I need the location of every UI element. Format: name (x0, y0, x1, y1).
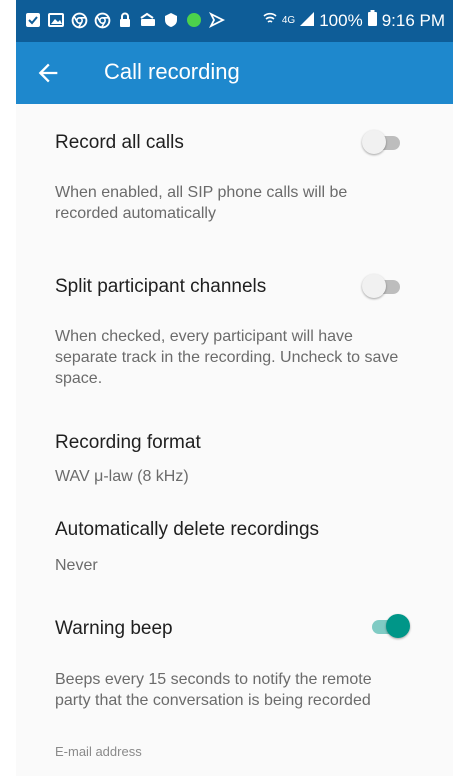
warning-beep-label: Warning beep (55, 618, 173, 639)
status-bar: 4G 100% 9:16 PM (16, 0, 453, 42)
warning-beep-description: Beeps every 15 seconds to notify the rem… (55, 671, 372, 709)
wifi-icon (263, 10, 277, 31)
arrow-back-icon[interactable] (34, 59, 62, 87)
gallery-icon (47, 11, 65, 29)
auto-delete-label: Automatically delete recordings (55, 519, 320, 540)
lock-icon (116, 11, 134, 29)
toggle-thumb (362, 130, 386, 154)
recording-format-value: WAV μ-law (8 kHz) (55, 468, 189, 485)
clock: 9:16 PM (381, 10, 445, 30)
email-field-label[interactable]: E-mail address (55, 744, 142, 759)
toggle-thumb (386, 614, 410, 638)
split-channels-toggle[interactable] (362, 274, 406, 300)
page-title: Call recording (104, 59, 240, 84)
status-bar-system: 4G 100% 9:16 PM (263, 10, 445, 31)
app-bar: Call recording (16, 42, 453, 104)
split-channels-description: When checked, every participant will hav… (55, 328, 399, 387)
video-icon (208, 11, 226, 29)
shield-icon (162, 11, 180, 29)
warning-beep-toggle[interactable] (368, 614, 412, 640)
record-all-toggle[interactable] (362, 130, 406, 156)
phone-frame: 4G 100% 9:16 PM Call recording Record al… (16, 0, 453, 776)
battery-icon (367, 10, 377, 31)
check-box-icon (24, 11, 42, 29)
battery-percent: 100% (319, 10, 363, 30)
green-dot-icon (185, 11, 203, 29)
chrome-icon (93, 11, 111, 29)
record-all-description: When enabled, all SIP phone calls will b… (55, 184, 348, 222)
wallet-icon (139, 11, 157, 29)
auto-delete-value: Never (55, 557, 98, 574)
signal-icon (300, 11, 315, 31)
toggle-thumb (362, 274, 386, 298)
record-all-label: Record all calls (55, 132, 184, 153)
network-type: 4G (281, 15, 296, 26)
recording-format-label: Recording format (55, 432, 201, 453)
status-bar-notification-icons (24, 11, 226, 29)
split-channels-label: Split participant channels (55, 276, 267, 297)
chrome-icon (70, 11, 88, 29)
